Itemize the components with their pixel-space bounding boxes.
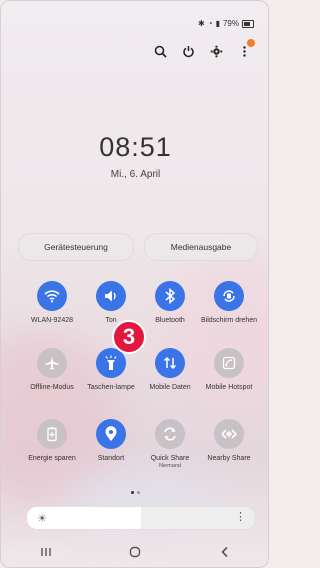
quick-settings-panel: ✱ ◔ ▮ 79% 08:51 Mi., 6. April Gerätesteu… (0, 0, 269, 568)
tile-power-saving[interactable]: Energie sparen (22, 419, 82, 463)
hotspot-icon (214, 348, 244, 378)
tile-label: Offline-Modus (30, 384, 74, 391)
tile-airplane[interactable]: Offline-Modus (22, 348, 82, 392)
battery-save-icon (37, 419, 67, 449)
power-icon[interactable] (180, 43, 196, 59)
battery-percent: 79% (222, 19, 239, 28)
tile-label: Energie sparen (28, 455, 76, 462)
tile-quick-share[interactable]: Quick Share Niemand (140, 419, 200, 469)
page-indicator (1, 491, 268, 494)
tile-sublabel: Niemand (158, 463, 181, 469)
tile-label: Bluetooth (155, 317, 185, 324)
clock-date: Mi., 6. April (110, 169, 161, 180)
tile-label: WLAN-92428 (30, 317, 74, 324)
data-icon (155, 348, 185, 378)
clock-time: 08:51 (99, 132, 172, 162)
rotate-icon (214, 281, 244, 311)
home-icon[interactable] (129, 546, 141, 561)
device-control-button[interactable]: Gerätesteuerung (18, 233, 134, 261)
tile-label: Bildschirm drehen (200, 317, 258, 324)
bluetooth-icon (155, 281, 185, 311)
brightness-slider[interactable]: ☀ ⋮ (26, 506, 256, 530)
signal-icon: ▮ (215, 19, 220, 28)
page-dot (137, 491, 140, 494)
recent-apps-icon[interactable] (40, 546, 52, 560)
tile-label: Nearby Share (207, 455, 251, 462)
more-vert-icon[interactable] (236, 39, 255, 59)
battery-icon (242, 19, 254, 28)
sun-icon: ☀ (37, 512, 47, 525)
tile-label: Taschen-lampe (87, 384, 135, 391)
tile-flashlight[interactable]: Taschen-lampe (81, 348, 141, 392)
tile-label: Standort (97, 455, 125, 462)
tile-mobile-data[interactable]: Mobile Daten (140, 348, 200, 392)
tile-label: Mobile Hotspot (205, 384, 253, 391)
sound-icon (96, 281, 126, 311)
search-icon[interactable] (152, 43, 168, 59)
tile-rotate[interactable]: Bildschirm drehen (199, 281, 259, 325)
callout-badge: 3 (112, 320, 146, 354)
navigation-bar (1, 545, 268, 561)
wifi-status-icon: ◔ (207, 19, 213, 28)
tile-wifi[interactable]: WLAN-92428 (22, 281, 82, 325)
location-icon (96, 419, 126, 449)
airplane-icon (37, 348, 67, 378)
nearby-share-icon (214, 419, 244, 449)
wifi-icon (37, 281, 67, 311)
back-icon[interactable] (219, 546, 231, 561)
bluetooth-status-icon: ✱ (198, 19, 205, 28)
tile-nearby-share[interactable]: Nearby Share (199, 419, 259, 463)
tile-label: Mobile Daten (149, 384, 191, 391)
gear-icon[interactable] (208, 43, 224, 59)
more-vert-icon[interactable]: ⋮ (235, 510, 246, 523)
media-output-button[interactable]: Medienausgabe (144, 233, 258, 261)
status-bar: ✱ ◔ ▮ 79% (198, 19, 254, 28)
tile-sound[interactable]: Ton (81, 281, 141, 325)
notification-dot (247, 39, 255, 47)
page-dot (131, 491, 134, 494)
top-actions (152, 39, 255, 59)
tile-label: Quick Share (150, 455, 190, 462)
tile-location[interactable]: Standort (81, 419, 141, 463)
quickshare-icon (155, 419, 185, 449)
tile-hotspot[interactable]: Mobile Hotspot (199, 348, 259, 392)
tile-bluetooth[interactable]: Bluetooth (140, 281, 200, 325)
